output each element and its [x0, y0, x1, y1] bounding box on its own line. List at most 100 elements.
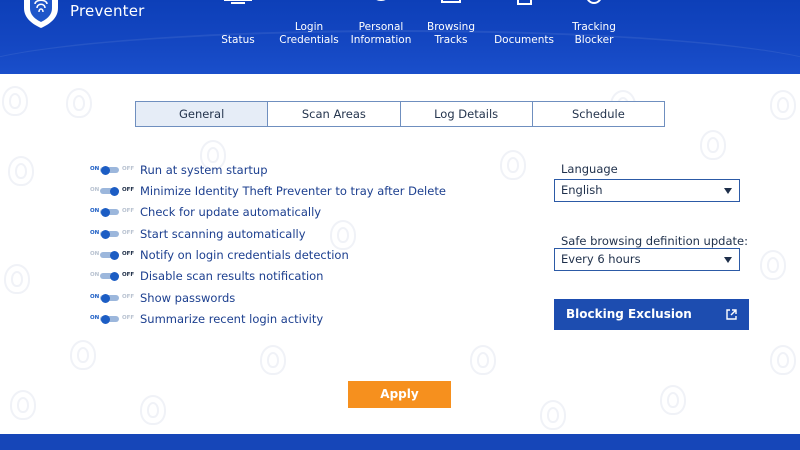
toggle-on-text: ON — [90, 187, 100, 193]
option-show-passwords[interactable]: ON OFF Show passwords — [88, 291, 488, 307]
toggle-knob — [110, 251, 119, 260]
credentials-icon — [299, 0, 319, 6]
tab-log-details[interactable]: Log Details — [400, 102, 533, 126]
apply-button[interactable]: Apply — [348, 381, 451, 408]
toggle-switch[interactable]: ON OFF — [88, 250, 134, 261]
option-run-at-startup[interactable]: ON OFF Run at system startup — [88, 163, 488, 179]
tracking-blocker-icon — [587, 0, 601, 4]
toggle-switch[interactable]: ON OFF — [88, 271, 134, 282]
toggle-knob — [101, 230, 110, 239]
toggle-knob — [101, 294, 110, 303]
safe-browsing-label: Safe browsing definition update: — [561, 234, 748, 248]
nav-login-credentials[interactable]: Login Credentials — [276, 0, 342, 74]
toggle-switch[interactable]: ON OFF — [88, 229, 134, 240]
external-link-icon — [726, 309, 737, 320]
option-label: Notify on login credentials detection — [140, 248, 349, 262]
fingerprint-icon — [10, 390, 36, 420]
option-label: Check for update automatically — [140, 205, 322, 219]
app-header: Preventer Status Login Credentials Perso… — [0, 0, 800, 74]
nav-documents[interactable]: Documents — [492, 0, 556, 74]
tab-general[interactable]: General — [136, 102, 269, 126]
option-label: Minimize Identity Theft Preventer to tra… — [140, 184, 446, 198]
option-check-updates[interactable]: ON OFF Check for update automatically — [88, 205, 488, 221]
toggle-off-text: OFF — [122, 166, 135, 172]
fingerprint-icon — [140, 395, 166, 425]
fingerprint-icon — [500, 150, 526, 180]
footer-bar — [0, 434, 800, 450]
monitor-icon — [224, 0, 252, 4]
app-name: Preventer — [70, 2, 145, 20]
toggle-switch[interactable]: ON OFF — [88, 207, 134, 218]
toggle-knob — [101, 166, 110, 175]
option-label: Start scanning automatically — [140, 227, 306, 241]
fingerprint-icon — [470, 345, 496, 375]
toggle-switch[interactable]: ON OFF — [88, 314, 134, 325]
fingerprint-icon — [770, 345, 796, 375]
safe-browsing-select[interactable]: Every 6 hours — [554, 248, 740, 271]
toggle-on-text: ON — [90, 315, 100, 321]
fingerprint-icon — [8, 156, 34, 186]
shield-logo-icon — [24, 0, 58, 28]
option-label: Show passwords — [140, 291, 236, 305]
fingerprint-icon — [700, 130, 726, 160]
option-disable-notification[interactable]: ON OFF Disable scan results notification — [88, 269, 488, 285]
toggle-off-text: OFF — [122, 230, 135, 236]
option-label: Disable scan results notification — [140, 269, 324, 283]
nav-personal-information-label: Personal Information — [350, 21, 412, 46]
documents-icon — [517, 0, 532, 5]
toggle-switch[interactable]: ON OFF — [88, 186, 134, 197]
toggle-knob — [101, 208, 110, 217]
option-label: Summarize recent login activity — [140, 312, 324, 326]
nav-browsing-tracks[interactable]: Browsing Tracks — [422, 0, 480, 74]
nav-status-label: Status — [221, 34, 255, 46]
toggle-switch[interactable]: ON OFF — [88, 165, 134, 176]
toggle-on-text: ON — [90, 251, 100, 257]
tab-scan-areas[interactable]: Scan Areas — [268, 102, 401, 126]
toggle-off-text: OFF — [122, 315, 135, 321]
toggle-knob — [110, 272, 119, 281]
safe-browsing-value: Every 6 hours — [561, 252, 641, 266]
blocking-exclusion-manager-button[interactable]: Blocking Exclusion Manager — [554, 299, 749, 352]
toggle-off-text: OFF — [122, 272, 135, 278]
toggle-knob — [101, 315, 110, 324]
nav-personal-information[interactable]: Personal Information — [348, 0, 414, 74]
nav-status[interactable]: Status — [215, 0, 261, 74]
fingerprint-icon — [4, 264, 30, 294]
option-summarize-activity[interactable]: ON OFF Summarize recent login activity — [88, 312, 488, 328]
toggle-off-text: OFF — [122, 294, 135, 300]
chevron-down-icon — [724, 257, 732, 263]
language-value: English — [561, 183, 603, 197]
settings-tabs: General Scan Areas Log Details Schedule — [135, 101, 665, 127]
tab-schedule[interactable]: Schedule — [532, 102, 664, 126]
toggle-on-text: ON — [90, 208, 100, 214]
toggle-off-text: OFF — [122, 187, 135, 193]
chevron-down-icon — [724, 188, 732, 194]
fingerprint-icon — [66, 88, 92, 118]
toggle-off-text: OFF — [122, 208, 135, 214]
toggle-switch[interactable]: ON OFF — [88, 293, 134, 304]
fingerprint-icon — [660, 385, 686, 415]
option-notify-credentials[interactable]: ON OFF Notify on login credentials detec… — [88, 248, 488, 264]
toggle-on-text: ON — [90, 272, 100, 278]
fingerprint-icon — [70, 340, 96, 370]
language-label: Language — [561, 162, 618, 176]
nav-browsing-tracks-label: Browsing Tracks — [426, 21, 475, 46]
toggle-knob — [110, 187, 119, 196]
nav-login-credentials-label: Login Credentials — [279, 21, 339, 46]
toggle-on-text: ON — [90, 294, 100, 300]
nav-tracking-blocker-label: Tracking Blocker — [572, 21, 616, 46]
fingerprint-icon — [770, 90, 796, 120]
browsing-icon — [441, 0, 461, 3]
toggle-on-text: ON — [90, 230, 100, 236]
fingerprint-icon — [760, 250, 786, 280]
fingerprint-icon — [540, 400, 566, 430]
nav-documents-label: Documents — [494, 34, 554, 46]
fingerprint-icon — [2, 86, 28, 116]
option-start-scanning[interactable]: ON OFF Start scanning automatically — [88, 227, 488, 243]
fingerprint-icon — [260, 345, 286, 375]
language-select[interactable]: English — [554, 179, 740, 202]
nav-tracking-blocker[interactable]: Tracking Blocker — [566, 0, 622, 74]
option-label: Run at system startup — [140, 163, 268, 177]
option-minimize-to-tray[interactable]: ON OFF Minimize Identity Theft Preventer… — [88, 184, 488, 200]
blocking-exclusion-manager-label: Blocking Exclusion Manager — [566, 307, 692, 352]
